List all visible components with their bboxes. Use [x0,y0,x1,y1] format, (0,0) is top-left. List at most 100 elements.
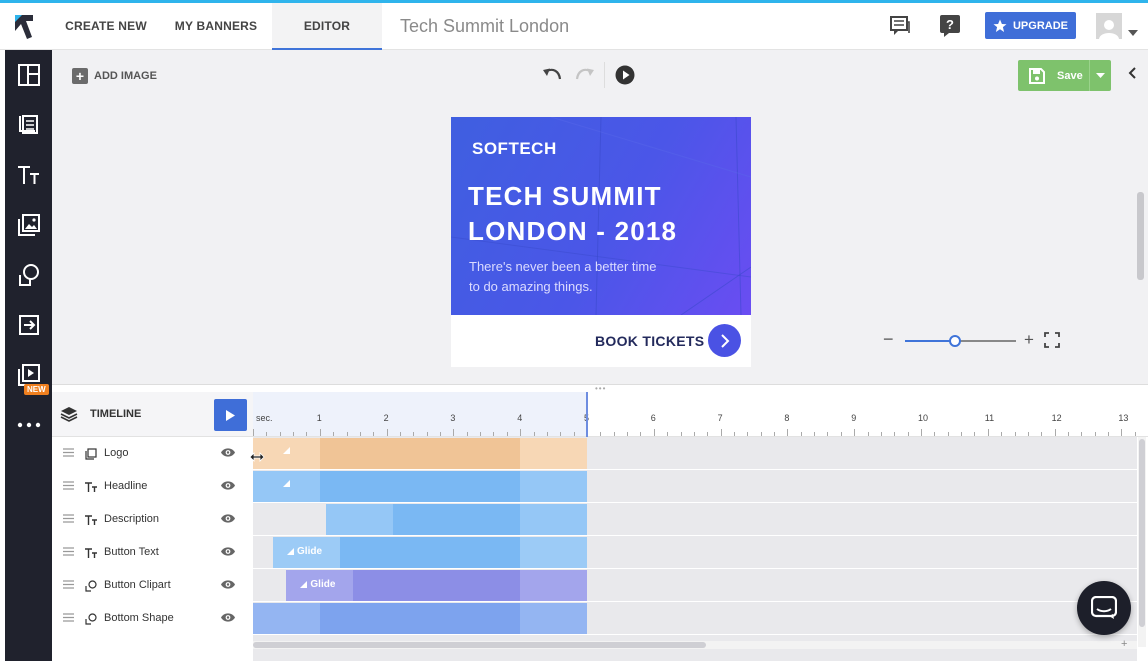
tab-create-new[interactable]: CREATE NEW [60,3,152,50]
timeline-horizontal-scrollbar[interactable] [253,641,1137,649]
layer-row[interactable]: Description [52,503,253,536]
visibility-eye-icon[interactable] [220,579,236,593]
upgrade-button[interactable]: UPGRADE [985,12,1076,39]
drag-handle-icon[interactable] [63,481,74,493]
chat-support-button[interactable] [1077,581,1131,635]
avatar[interactable] [1096,13,1122,39]
bar-exit-animation[interactable] [520,504,587,535]
layer-name[interactable]: Button Clipart [104,579,171,591]
add-image-button[interactable]: + ADD IMAGE [72,68,157,84]
zoom-out-button[interactable]: − [883,329,894,350]
layer-name[interactable]: Button Text [104,546,159,558]
layer-row[interactable]: Button Clipart [52,569,253,602]
bar-entry-animation[interactable] [326,504,394,535]
layers-icon [60,406,78,427]
shapes-icon[interactable] [5,252,52,298]
timeline-bar[interactable] [253,471,587,502]
import-icon[interactable] [5,302,52,348]
ruler-tick [774,432,776,436]
ruler-tick [907,432,909,436]
timeline-vertical-scrollbar[interactable] [1138,437,1146,647]
ruler-tick [627,432,629,436]
banner-preview[interactable]: SOFTECH TECH SUMMIT LONDON - 2018 There'… [451,117,751,367]
text-icon[interactable] [5,152,52,198]
visibility-eye-icon[interactable] [220,480,236,494]
layer-row[interactable]: Bottom Shape [52,602,253,635]
zoom-slider[interactable] [905,335,1016,347]
timeline-bar[interactable] [326,504,587,535]
bar-exit-animation[interactable] [520,603,587,634]
timeline-play-button[interactable] [214,399,247,431]
layer-name[interactable]: Description [104,513,159,525]
zoom-slider-handle[interactable] [948,335,961,347]
banner-logo[interactable]: SOFTECH [472,139,557,159]
app-logo-icon[interactable] [5,3,43,50]
collapse-panel-chevron-icon[interactable] [1128,66,1136,84]
visibility-eye-icon[interactable] [220,513,236,527]
ruler-tick [867,432,869,436]
ruler-tick-label: 2 [383,413,389,423]
text-list-icon[interactable] [5,102,52,148]
save-options-chevron-icon[interactable] [1089,60,1111,91]
banner-headline[interactable]: TECH SUMMIT LONDON - 2018 [468,179,738,249]
ruler-played-region [253,392,587,436]
tab-my-banners[interactable]: MY BANNERS [166,3,266,50]
layer-row[interactable]: Logo [52,437,253,470]
document-title[interactable]: Tech Summit London [400,3,569,50]
help-icon[interactable]: ? [937,13,963,39]
save-button[interactable]: Save [1018,60,1111,91]
banner-description[interactable]: There's never been a better time to do a… [469,257,699,297]
layout-icon[interactable] [5,52,52,98]
bar-exit-animation[interactable] [520,438,587,469]
drag-handle-icon[interactable] [63,580,74,592]
ruler-tick [1134,432,1136,436]
tab-editor[interactable]: EDITOR [272,3,382,50]
bar-entry-animation[interactable] [253,603,320,634]
ruler-tick [934,432,936,436]
ruler-tick-label: 3 [450,413,456,423]
zoom-in-button[interactable]: + [1024,330,1034,350]
banner-button-text[interactable]: BOOK TICKETS [595,333,704,349]
scrollbar-thumb[interactable] [253,642,706,648]
top-navigation-bar: CREATE NEW MY BANNERS EDITOR Tech Summit… [0,0,1148,50]
bar-exit-animation[interactable] [520,471,587,502]
timeline-bar[interactable]: Glide [286,570,587,601]
timeline-playhead[interactable] [586,392,588,437]
chevron-down-icon[interactable] [1128,23,1138,41]
bar-exit-animation[interactable] [520,537,587,568]
visibility-eye-icon[interactable] [220,612,236,626]
undo-icon[interactable] [541,64,563,86]
drag-handle-icon[interactable] [63,613,74,625]
timeline-ruler[interactable]: sec. 12345678910111213 [253,392,1148,437]
visibility-eye-icon[interactable] [220,546,236,560]
drag-handle-icon[interactable] [63,547,74,559]
ruler-tick [346,432,348,436]
fullscreen-icon[interactable] [1044,332,1060,353]
add-time-plus-icon[interactable]: + [1121,638,1127,650]
more-icon[interactable] [5,402,52,448]
redo-icon[interactable] [574,64,596,86]
preview-play-icon[interactable] [614,64,636,86]
layer-name[interactable]: Bottom Shape [104,612,174,624]
layer-row[interactable]: Headline [52,470,253,503]
visibility-eye-icon[interactable] [220,447,236,461]
scrollbar-thumb[interactable] [1139,439,1145,627]
drag-handle-icon[interactable] [63,448,74,460]
timeline-bar[interactable] [253,603,587,634]
drag-handle-icon[interactable] [63,514,74,526]
animation-label: Glide [300,579,335,590]
ruler-tick [453,429,455,436]
bar-exit-animation[interactable] [520,570,587,601]
layer-row[interactable]: Button Text [52,536,253,569]
layer-name[interactable]: Logo [104,447,128,459]
layer-name[interactable]: Headline [104,480,147,492]
image-icon[interactable] [5,202,52,248]
left-sidebar: NEW [5,50,52,661]
timeline-bar[interactable]: Glide [273,537,587,568]
animation-label [283,480,290,487]
comments-icon[interactable] [887,13,913,39]
ruler-tick [533,432,535,436]
canvas-scrollbar[interactable] [1137,192,1144,280]
banner-button-clipart[interactable] [708,324,741,357]
timeline-bar[interactable] [253,438,587,469]
